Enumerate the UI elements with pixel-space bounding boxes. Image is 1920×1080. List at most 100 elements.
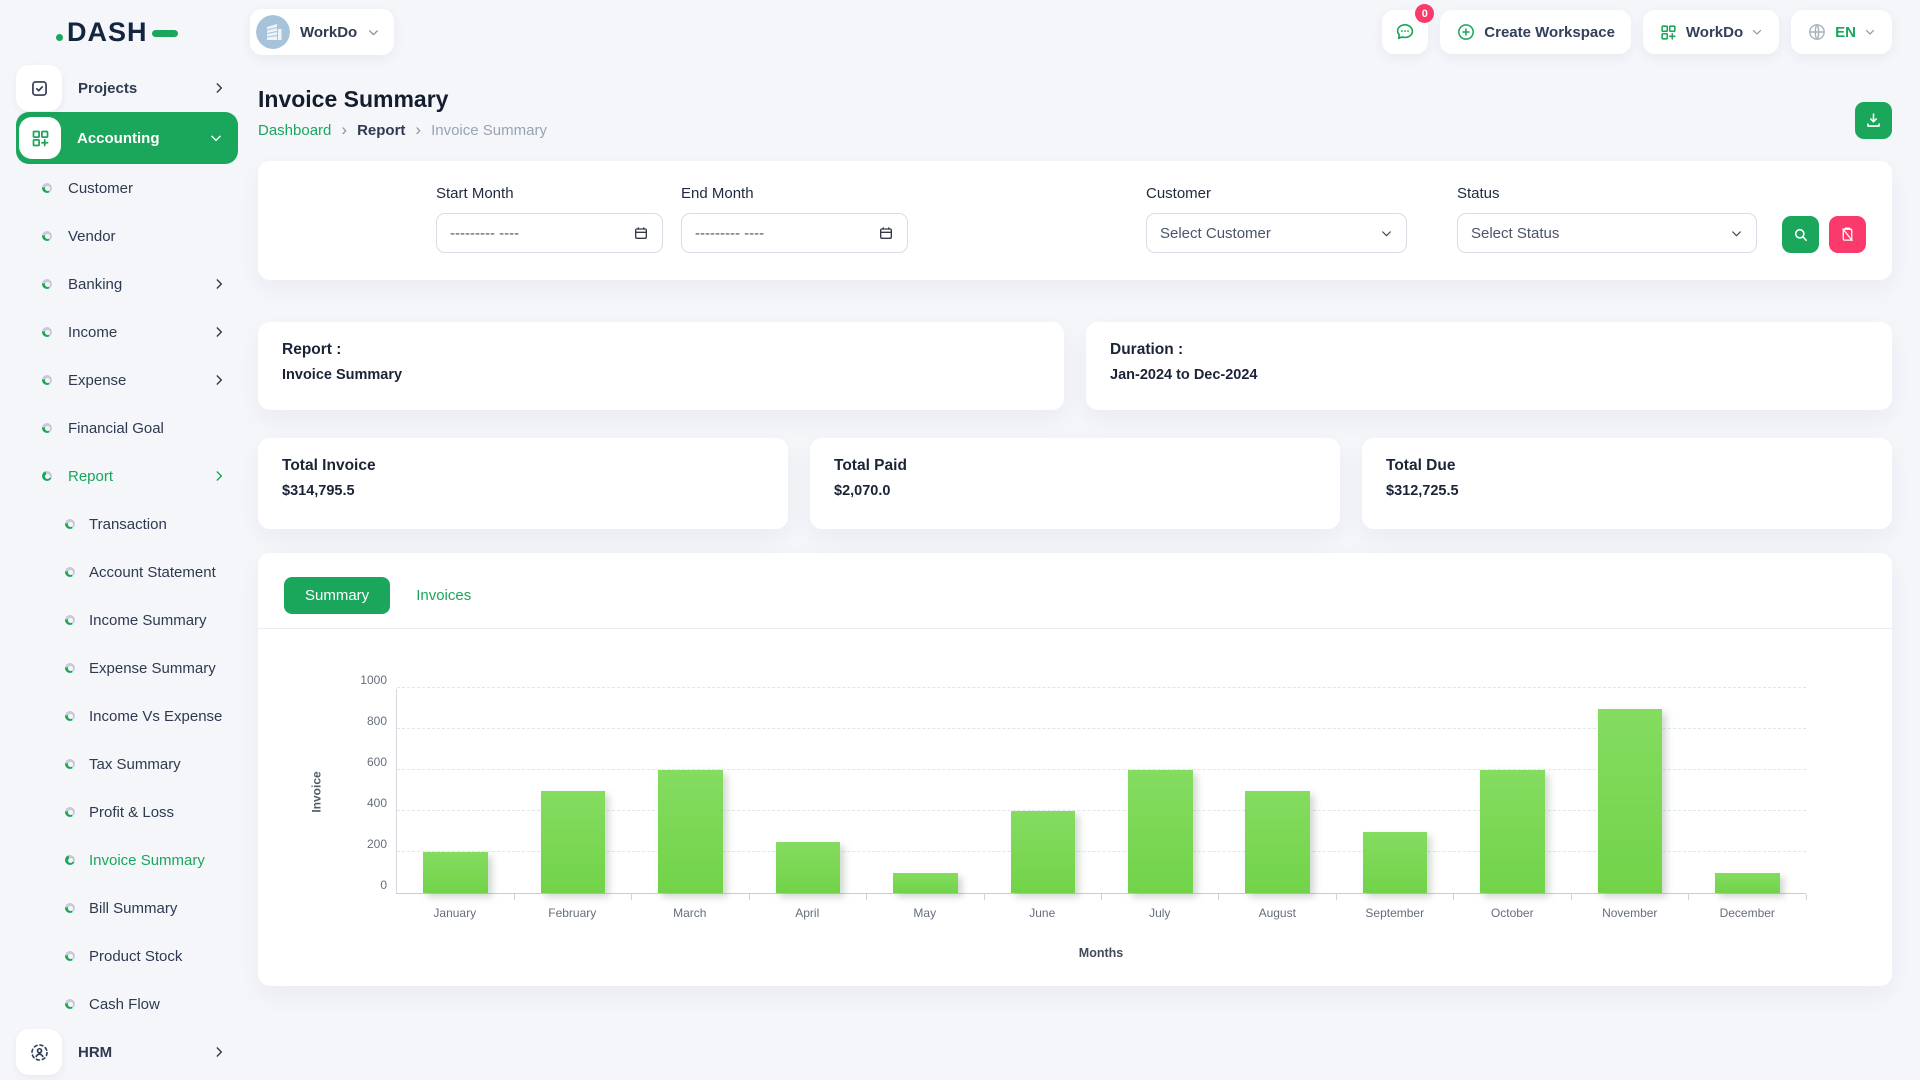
- breadcrumb-item-dashboard[interactable]: Dashboard: [258, 122, 331, 139]
- breadcrumb-item-invoice-summary: Invoice Summary: [431, 122, 547, 139]
- chart-x-tick-label: August: [1219, 906, 1337, 920]
- breadcrumb-item-report[interactable]: Report: [357, 122, 405, 139]
- chart-bar-slot: [1689, 689, 1806, 893]
- tab-summary[interactable]: Summary: [284, 577, 390, 614]
- sidebar-item-report[interactable]: Report: [16, 454, 238, 498]
- customer-select[interactable]: Select Customer: [1146, 213, 1407, 253]
- chevron-down-icon: [1380, 227, 1393, 240]
- chart-x-tick-label: May: [866, 906, 984, 920]
- workspace-selector[interactable]: WorkDo: [250, 9, 394, 55]
- chart-y-tick-label: 800: [367, 714, 387, 728]
- sidebar-item-income-summary[interactable]: Income Summary: [16, 598, 238, 642]
- sidebar-item-customer[interactable]: Customer: [16, 166, 238, 210]
- sidebar-item-transaction[interactable]: Transaction: [16, 502, 238, 546]
- logo-dash-icon: [152, 30, 178, 37]
- sidebar-item-projects[interactable]: Projects: [16, 66, 238, 110]
- search-icon: [1792, 226, 1809, 243]
- sidebar-item-cash-flow[interactable]: Cash Flow: [16, 982, 238, 1026]
- chart-card: Summary Invoices Invoice 0200400600800100…: [258, 553, 1892, 986]
- end-month-input[interactable]: --------- ----: [681, 213, 908, 253]
- chart-tabs: Summary Invoices: [284, 577, 1866, 614]
- main-content: Invoice Summary Dashboard›Report›Invoice…: [250, 58, 1920, 1080]
- sidebar-item-banking[interactable]: Banking: [16, 262, 238, 306]
- bullet-icon: [65, 999, 75, 1009]
- create-workspace-button[interactable]: Create Workspace: [1440, 10, 1631, 54]
- download-button[interactable]: [1855, 102, 1892, 139]
- language-label: EN: [1835, 24, 1856, 41]
- sidebar-item-income[interactable]: Income: [16, 310, 238, 354]
- bullet-icon: [65, 615, 75, 625]
- bullet-icon: [65, 519, 75, 529]
- sidebar-item-label: Report: [68, 468, 113, 485]
- workdo-menu-button[interactable]: WorkDo: [1643, 10, 1779, 54]
- sidebar-item-tax-summary[interactable]: Tax Summary: [16, 742, 238, 786]
- sidebar-item-accounting[interactable]: Accounting: [16, 112, 238, 164]
- invoice-bar-chart: Invoice 02004006008001000 JanuaryFebruar…: [396, 689, 1806, 960]
- chevron-right-icon: [212, 325, 226, 339]
- chart-x-tick-label: September: [1336, 906, 1454, 920]
- sidebar-item-label: Account Statement: [89, 564, 216, 581]
- chevron-right-icon: [212, 469, 226, 483]
- sidebar-item-expense[interactable]: Expense: [16, 358, 238, 402]
- chart-bar-slot: [749, 689, 866, 893]
- sidebar-item-income-vs-expense[interactable]: Income Vs Expense: [16, 694, 238, 738]
- sidebar-item-label: Cash Flow: [89, 996, 160, 1013]
- sidebar-item-label: Projects: [78, 80, 137, 97]
- bullet-icon: [65, 567, 75, 577]
- sidebar-item-invoice-summary[interactable]: Invoice Summary: [16, 838, 238, 882]
- chat-icon: [1394, 21, 1416, 43]
- sidebar-item-hrm[interactable]: HRM: [16, 1030, 238, 1074]
- chart-y-tick-label: 1000: [360, 673, 387, 687]
- end-month-placeholder: --------- ----: [695, 225, 764, 242]
- bullet-icon: [42, 279, 52, 289]
- sidebar-item-bill-summary[interactable]: Bill Summary: [16, 886, 238, 930]
- start-month-input[interactable]: --------- ----: [436, 213, 663, 253]
- sidebar-item-label: Customer: [68, 180, 133, 197]
- bar-may: [893, 873, 958, 894]
- duration-card: Duration : Jan-2024 to Dec-2024: [1086, 322, 1892, 410]
- workdo-menu-label: WorkDo: [1686, 24, 1743, 41]
- sidebar-item-profit-loss[interactable]: Profit & Loss: [16, 790, 238, 834]
- search-button[interactable]: [1782, 216, 1819, 253]
- status-select-value: Select Status: [1471, 225, 1559, 242]
- sidebar-item-label: Expense Summary: [89, 660, 216, 677]
- tab-invoices[interactable]: Invoices: [416, 577, 471, 614]
- calendar-icon: [633, 225, 649, 241]
- chart-x-tick-label: February: [514, 906, 632, 920]
- sidebar-item-product-stock[interactable]: Product Stock: [16, 934, 238, 978]
- chart-bar-slot: [1454, 689, 1571, 893]
- sidebar-item-label: Income: [68, 324, 117, 341]
- sidebar-item-account-statement[interactable]: Account Statement: [16, 550, 238, 594]
- customer-select-value: Select Customer: [1160, 225, 1271, 242]
- bullet-icon: [42, 423, 52, 433]
- sidebar: Projects Accounting Customer VendorBanking I…: [0, 58, 250, 1080]
- chart-bar-slot: [1102, 689, 1219, 893]
- chevron-down-icon: [1864, 26, 1876, 38]
- bullet-icon: [65, 807, 75, 817]
- language-button[interactable]: EN: [1791, 10, 1892, 54]
- globe-icon: [1807, 22, 1827, 42]
- chevron-right-icon: [212, 373, 226, 387]
- sidebar-item-label: Accounting: [77, 130, 160, 147]
- chart-x-tick-label: January: [396, 906, 514, 920]
- status-select[interactable]: Select Status: [1457, 213, 1757, 253]
- stat-value: $314,795.5: [282, 483, 764, 499]
- sidebar-item-financial-goal[interactable]: Financial Goal: [16, 406, 238, 450]
- messages-button[interactable]: 0: [1382, 10, 1428, 54]
- bullet-icon: [42, 375, 52, 385]
- chart-bar-slot: [632, 689, 749, 893]
- bullet-icon: [42, 231, 52, 241]
- sidebar-item-expense-summary[interactable]: Expense Summary: [16, 646, 238, 690]
- start-month-label: Start Month: [436, 185, 681, 202]
- stat-card-total-paid: Total Paid$2,070.0: [810, 438, 1340, 529]
- logo-dot-icon: [56, 34, 63, 41]
- chevron-right-icon: [212, 277, 226, 291]
- sidebar-item-vendor[interactable]: Vendor: [16, 214, 238, 258]
- bar-march: [658, 770, 723, 893]
- logo[interactable]: DASH: [56, 17, 178, 48]
- chart-bar-slot: [1336, 689, 1453, 893]
- bar-july: [1128, 770, 1193, 893]
- customer-field: Customer Select Customer: [1146, 185, 1457, 253]
- start-month-field: Start Month --------- ----: [436, 185, 681, 253]
- reset-filter-button[interactable]: [1829, 216, 1866, 253]
